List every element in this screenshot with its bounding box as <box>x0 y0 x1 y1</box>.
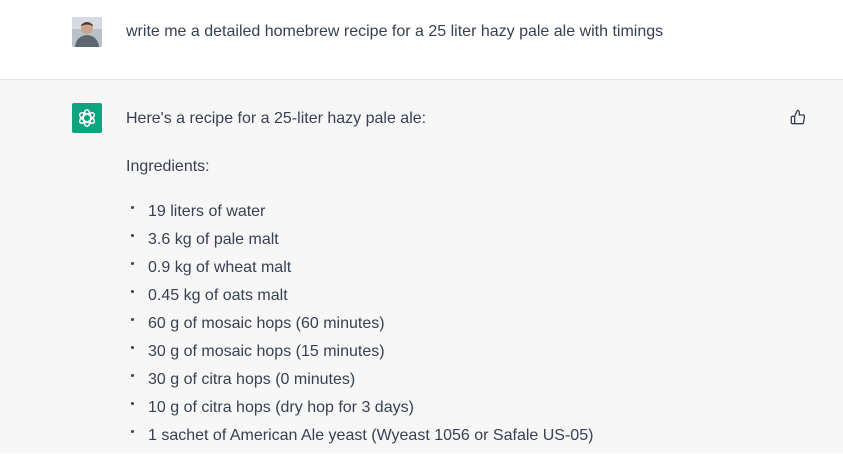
user-photo-icon <box>72 17 102 47</box>
ingredient-item: 30 g of mosaic hops (15 minutes) <box>126 342 766 370</box>
ingredient-item: 1 sachet of American Ale yeast (Wyeast 1… <box>126 426 766 454</box>
ingredient-item: 19 liters of water <box>126 202 766 230</box>
ingredient-item: 0.45 kg of oats malt <box>126 286 766 314</box>
assistant-message-row: Here's a recipe for a 25-liter hazy pale… <box>0 80 843 453</box>
ingredient-item: 10 g of citra hops (dry hop for 3 days) <box>126 398 766 426</box>
user-message-row: write me a detailed homebrew recipe for … <box>0 0 843 80</box>
assistant-message-content: Here's a recipe for a 25-liter hazy pale… <box>126 109 766 454</box>
thumbs-up-button[interactable] <box>788 107 808 127</box>
assistant-avatar <box>72 103 102 133</box>
ingredient-item: 0.9 kg of wheat malt <box>126 258 766 286</box>
openai-logo-icon <box>78 109 96 127</box>
ingredients-heading: Ingredients: <box>126 158 210 175</box>
ingredients-list: 19 liters of water 3.6 kg of pale malt 0… <box>126 202 766 454</box>
thumbs-up-icon <box>790 109 806 125</box>
ingredient-item: 60 g of mosaic hops (60 minutes) <box>126 314 766 342</box>
user-message-text: write me a detailed homebrew recipe for … <box>126 23 664 40</box>
reply-intro: Here's a recipe for a 25-liter hazy pale… <box>126 110 427 127</box>
ingredient-item: 3.6 kg of pale malt <box>126 230 766 258</box>
ingredient-item: 30 g of citra hops (0 minutes) <box>126 370 766 398</box>
user-avatar <box>72 17 102 47</box>
